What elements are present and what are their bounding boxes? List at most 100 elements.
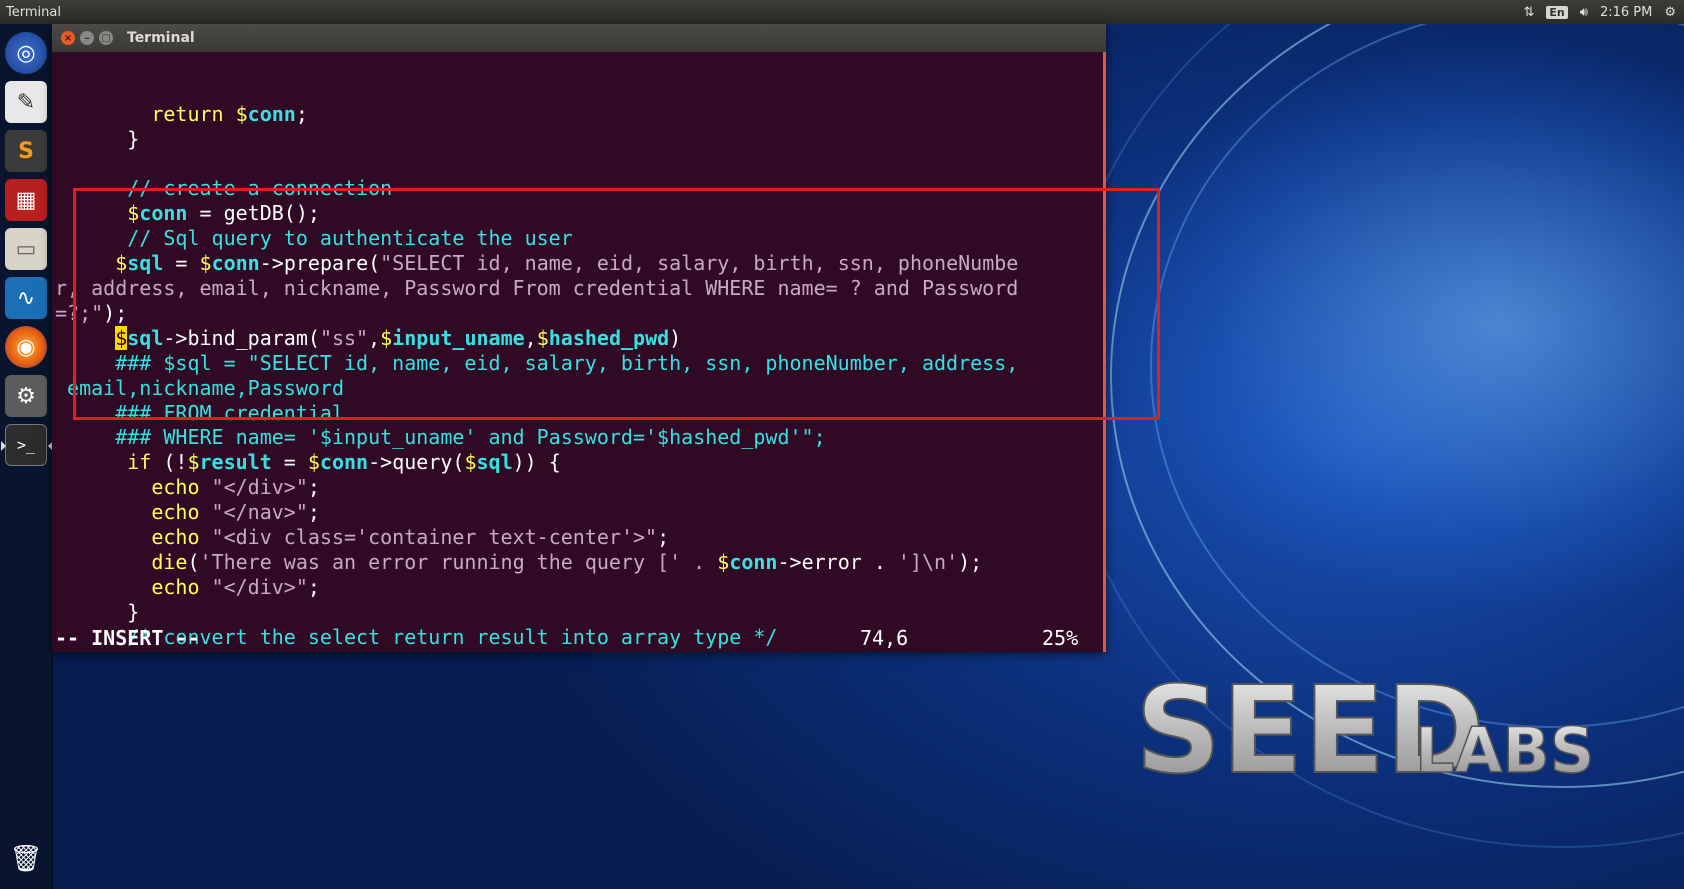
code-line[interactable]: email,nickname,Password xyxy=(52,376,1106,401)
vim-mode-indicator: -- INSERT -- xyxy=(55,626,200,650)
ubuntu-dash-icon[interactable]: ◎ xyxy=(5,32,47,74)
code-line[interactable]: ### FROM credential xyxy=(52,401,1106,426)
terminal-window[interactable]: × – □ Terminal return $conn; } // create… xyxy=(52,24,1106,652)
code-token: ); xyxy=(958,549,983,574)
text-editor-icon[interactable]: ✎ xyxy=(5,81,47,123)
code-token: = getDB(); xyxy=(187,201,320,226)
code-token: if xyxy=(127,450,152,475)
code-token: email,nickname,Password xyxy=(55,375,344,400)
close-icon[interactable]: × xyxy=(61,31,75,45)
code-token: ; xyxy=(295,101,308,126)
code-token: 'There was an error running the query ['… xyxy=(199,549,718,574)
terminal-titlebar[interactable]: × – □ Terminal xyxy=(52,24,1106,52)
settings-icon[interactable]: ⚙ xyxy=(5,375,47,417)
code-token: "<div class='container text-center'>" xyxy=(211,524,658,549)
code-line[interactable]: echo "</div>"; xyxy=(52,475,1106,500)
code-line[interactable]: if (!$result = $conn->query($sql)) { xyxy=(52,450,1106,475)
firefox-icon[interactable]: ◉ xyxy=(5,326,47,368)
clock[interactable]: 2:16 PM xyxy=(1600,5,1652,20)
trash-icon[interactable]: 🗑 xyxy=(5,838,47,880)
code-token: , xyxy=(524,325,537,350)
code-line[interactable]: $conn = getDB(); xyxy=(52,201,1106,226)
code-line[interactable]: ### WHERE name= '$input_uname' and Passw… xyxy=(52,425,1106,450)
code-line[interactable]: } xyxy=(52,600,1106,625)
code-line[interactable]: return $conn; xyxy=(52,102,1106,127)
terminal-icon[interactable]: >_ xyxy=(1,424,53,466)
code-token: r, address, email, nickname, Password Fr… xyxy=(55,276,1019,301)
code-line[interactable]: $sql = $conn->prepare("SELECT id, name, … xyxy=(52,251,1106,276)
code-line[interactable]: die('There was an error running the quer… xyxy=(52,550,1106,575)
code-token: result xyxy=(199,450,272,475)
code-token: ); xyxy=(103,300,128,325)
files-icon[interactable]: ▭ xyxy=(5,228,47,270)
code-line[interactable] xyxy=(52,152,1106,177)
code-token: conn xyxy=(247,101,296,126)
code-token: )) { xyxy=(512,450,561,475)
code-token: $ xyxy=(187,450,200,475)
code-token: ; xyxy=(307,475,320,500)
code-line[interactable]: // Sql query to authenticate the user xyxy=(52,226,1106,251)
maximize-icon[interactable]: □ xyxy=(99,31,113,45)
code-token: ']\n' xyxy=(897,549,959,574)
terminal-scrollbar[interactable] xyxy=(1103,52,1106,652)
code-token: echo xyxy=(151,475,200,500)
active-app-name: Terminal xyxy=(6,4,61,20)
code-token: "</div>" xyxy=(211,475,308,500)
window-title: Terminal xyxy=(127,30,195,46)
code-token: $ xyxy=(127,201,140,226)
code-token: (! xyxy=(151,450,188,475)
code-token: ### WHERE name= '$input_uname' and Passw… xyxy=(55,425,826,450)
keyboard-layout-indicator[interactable]: En xyxy=(1546,5,1568,19)
code-token: ->bind_param( xyxy=(163,325,320,350)
code-token: $ xyxy=(536,325,549,350)
code-token: "</nav>" xyxy=(211,500,308,525)
code-line[interactable]: r, address, email, nickname, Password Fr… xyxy=(52,276,1106,301)
code-token: "ss" xyxy=(319,325,369,350)
sublime-text-icon[interactable]: S xyxy=(5,130,47,172)
text-cursor: $ xyxy=(115,325,128,350)
code-token: conn xyxy=(729,549,778,574)
code-token: =?;" xyxy=(55,300,104,325)
code-token: = xyxy=(163,251,200,276)
code-token: echo xyxy=(151,524,200,549)
code-token: conn xyxy=(211,251,260,276)
code-token: ) xyxy=(669,325,682,350)
code-line[interactable]: // create a connection xyxy=(52,176,1106,201)
terminal-red-icon[interactable]: ▦ xyxy=(5,179,47,221)
code-token: "SELECT id, name, eid, salary, birth, ss… xyxy=(380,251,1019,276)
code-token: $ xyxy=(115,251,128,276)
code-line[interactable]: ### $sql = "SELECT id, name, eid, salary… xyxy=(52,351,1106,376)
code-token: $ xyxy=(199,251,212,276)
minimize-icon[interactable]: – xyxy=(80,31,94,45)
code-token: , xyxy=(368,325,381,350)
code-token: die xyxy=(151,549,188,574)
code-token: $ xyxy=(380,325,393,350)
network-updown-icon[interactable]: ⇅ xyxy=(1523,5,1534,20)
volume-icon[interactable]: 🔊︎ xyxy=(1580,5,1588,20)
code-token: return xyxy=(151,101,224,126)
code-line[interactable]: =?;"); xyxy=(52,301,1106,326)
code-line[interactable]: echo "<div class='container text-center'… xyxy=(52,525,1106,550)
vim-status-line: -- INSERT -- 74,6 25% xyxy=(52,626,1106,652)
code-token: $ xyxy=(464,450,477,475)
code-token: $ xyxy=(717,549,730,574)
code-line[interactable]: echo "</nav>"; xyxy=(52,500,1106,525)
gear-icon[interactable]: ⚙ xyxy=(1664,5,1676,20)
code-token: // Sql query to authenticate the user xyxy=(55,226,573,251)
code-line[interactable]: $sql->bind_param("ss",$input_uname,$hash… xyxy=(52,325,1106,351)
launcher: ◎ ✎ S ▦ ▭ ∿ ◉ ⚙ >_ 🗑 xyxy=(0,24,53,889)
top-panel: Terminal ⇅ En 🔊︎ 2:16 PM ⚙ xyxy=(0,0,1684,24)
code-line[interactable]: echo "</div>"; xyxy=(52,575,1106,600)
code-token: // create a connection xyxy=(55,176,393,201)
vim-editor-buffer[interactable]: return $conn; } // create a connection $… xyxy=(52,52,1106,652)
code-line[interactable]: } xyxy=(52,127,1106,152)
wireshark-icon[interactable]: ∿ xyxy=(5,277,47,319)
